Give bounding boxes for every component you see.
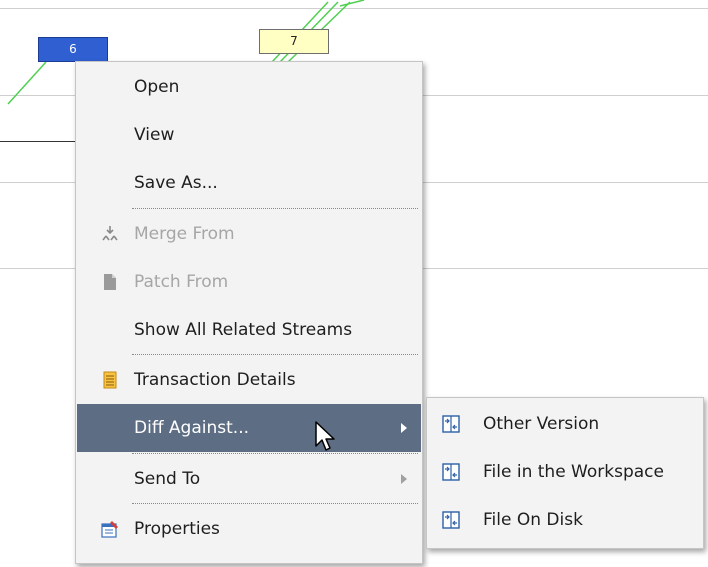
menu-item-label: Patch From [134,272,229,292]
diff-icon [442,415,460,433]
menu-item-label: Diff Against... [134,418,249,438]
menu-item-label: Open [134,77,180,97]
menu-item-label: Properties [134,519,220,539]
submenu-item-file-on-disk[interactable]: File On Disk [428,496,702,544]
menu-item-label: View [134,125,175,145]
document-icon [100,272,120,292]
menu-item-properties[interactable]: Properties [77,505,421,553]
diff-icon [442,463,460,481]
menu-item-label: Merge From [134,224,235,244]
menu-item-diff-against[interactable]: Diff Against... [77,404,421,452]
menu-item-label: Transaction Details [134,370,296,390]
menu-item-show-all-related-streams[interactable]: Show All Related Streams [77,306,421,354]
diff-icon [442,511,460,529]
menu-item-send-to[interactable]: Send To [77,455,421,503]
context-menu: Open View Save As... Merge From Patch Fr… [75,61,423,564]
submenu-arrow-icon [401,474,407,484]
menu-item-patch-from: Patch From [77,258,421,306]
submenu-item-other-version[interactable]: Other Version [428,400,702,448]
menu-separator [132,503,418,504]
notepad-icon [100,370,120,390]
menu-item-transaction-details[interactable]: Transaction Details [77,356,421,404]
properties-icon [100,519,120,539]
mouse-pointer-icon [315,421,335,451]
merge-icon [100,224,120,244]
menu-item-view[interactable]: View [77,111,421,159]
submenu-item-label: File On Disk [483,510,583,530]
menu-separator [132,354,418,355]
submenu-arrow-icon [401,423,407,433]
version-node-6[interactable]: 6 [38,37,108,62]
menu-item-open[interactable]: Open [77,63,421,111]
menu-item-label: Save As... [134,173,218,193]
menu-separator [132,208,418,209]
diff-against-submenu: Other Version File in the Workspace File… [426,397,704,549]
menu-item-merge-from: Merge From [77,210,421,258]
menu-separator [132,453,418,454]
connector-line [0,141,78,142]
submenu-item-label: File in the Workspace [483,462,664,482]
submenu-item-file-in-workspace[interactable]: File in the Workspace [428,448,702,496]
menu-item-save-as[interactable]: Save As... [77,159,421,207]
menu-item-label: Send To [134,469,201,489]
version-node-7[interactable]: 7 [259,29,329,54]
menu-item-label: Show All Related Streams [134,320,353,340]
submenu-item-label: Other Version [483,414,600,434]
